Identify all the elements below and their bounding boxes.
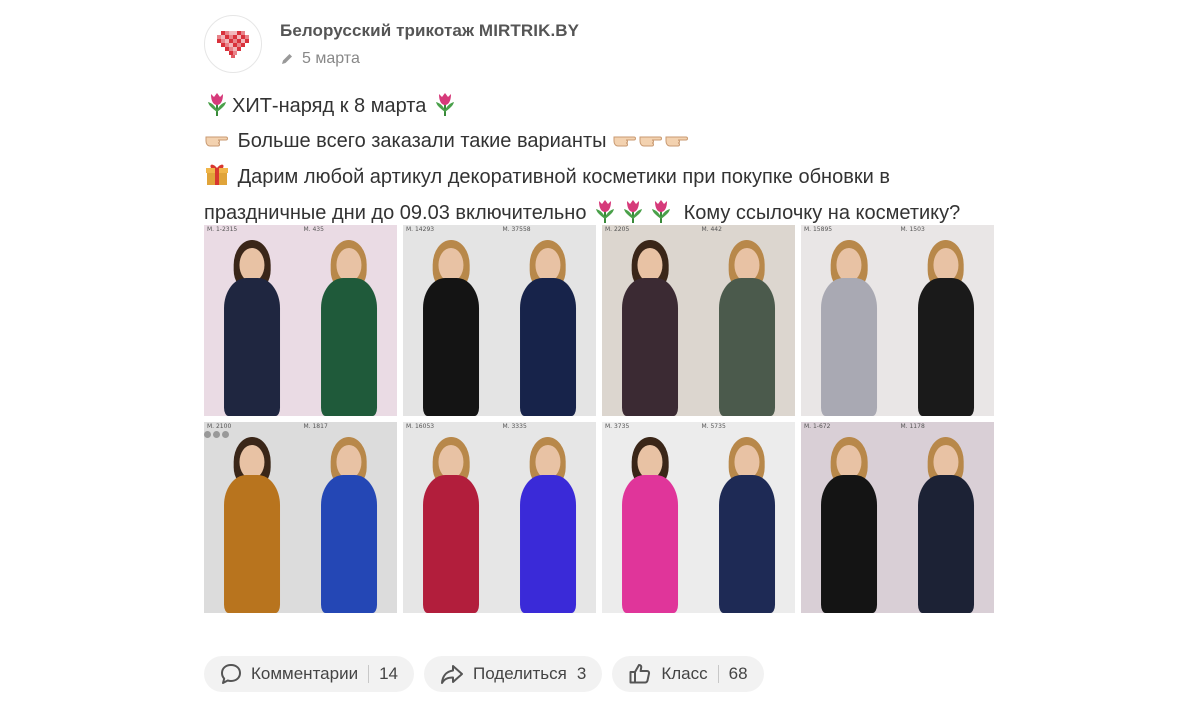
model-dress — [821, 475, 878, 613]
model-photo-right: М. 1178 — [898, 422, 995, 613]
model-photo-right: М. 435 — [301, 225, 398, 416]
model-photo-right: М. 3335 — [500, 422, 597, 613]
comment-icon — [221, 664, 241, 684]
photo-tile[interactable]: М. 1-2315 М. 435 — [204, 225, 397, 416]
model-dress — [519, 278, 576, 416]
model-photo-left: М. 14293 — [403, 225, 500, 416]
model-photo-left: М. 16053 — [403, 422, 500, 613]
like-button[interactable]: Класс 68 — [612, 656, 764, 692]
like-count: 68 — [728, 664, 748, 683]
model-photo-right: М. 1817 — [301, 422, 398, 613]
photo-tile[interactable]: М. 14293 М. 37558 — [403, 225, 596, 416]
model-photo-left: М. 1-672 — [801, 422, 898, 613]
model-photo-left: М. 3735 — [602, 422, 699, 613]
heart-logo-icon — [217, 31, 249, 58]
post-text: ХИТ-наряд к 8 марта Больше всего заказал… — [204, 90, 1004, 233]
model-dress — [320, 278, 377, 416]
article-number: М. 1-672 — [804, 423, 831, 430]
post-header: Белорусский трикотаж MIRTRIK.BY 5 марта — [204, 12, 1004, 76]
post-date[interactable]: 5 марта — [302, 50, 360, 68]
thumbs-up-icon — [629, 664, 651, 684]
model-dress — [917, 278, 974, 416]
article-number: М. 16053 — [406, 423, 435, 430]
model-dress — [622, 278, 679, 416]
photo-tile[interactable]: М. 1-672 М. 1178 — [801, 422, 994, 613]
feed-post: Белорусский трикотаж MIRTRIK.BY 5 марта … — [204, 12, 1004, 613]
model-dress — [320, 475, 377, 613]
article-number: М. 37558 — [502, 226, 531, 233]
model-dress — [519, 475, 576, 613]
post-line-2: Больше всего заказали такие варианты — [204, 126, 1004, 161]
post-line-2-text: Больше всего заказали такие варианты — [237, 130, 607, 152]
article-number: М. 1-2315 — [207, 226, 238, 233]
post-line-4b-text: Кому ссылочку на косметику? — [683, 202, 961, 224]
article-number: М. 2205 — [605, 226, 630, 233]
comments-label: Комментарии — [251, 664, 359, 683]
more-dots-icon[interactable] — [204, 431, 229, 438]
model-dress — [224, 475, 281, 613]
comments-button[interactable]: Комментарии 14 — [204, 656, 414, 692]
model-dress — [718, 278, 775, 416]
model-dress — [821, 278, 878, 416]
article-number: М. 2100 — [207, 423, 232, 430]
post-line-1-text: ХИТ-наряд к 8 марта — [232, 95, 427, 117]
model-photo-right: М. 37558 — [500, 225, 597, 416]
photo-tile[interactable]: М. 3735 М. 5735 — [602, 422, 795, 613]
post-actions: Комментарии 14 Поделиться 3 Класс 68 — [204, 656, 764, 692]
divider — [368, 665, 370, 683]
share-label: Поделиться — [473, 664, 567, 683]
author-block: Белорусский трикотаж MIRTRIK.BY 5 марта — [280, 21, 579, 68]
article-number: М. 442 — [701, 226, 722, 233]
article-number: М. 1817 — [303, 423, 328, 430]
model-dress — [718, 475, 775, 613]
author-avatar[interactable] — [204, 15, 262, 73]
article-number: М. 3735 — [605, 423, 630, 430]
post-line-3: Дарим любой артикул декоративной космети… — [204, 161, 1004, 197]
article-number: М. 3335 — [502, 423, 527, 430]
model-dress — [423, 278, 480, 416]
pointing-hand-icon — [204, 129, 230, 161]
share-count: 3 — [576, 664, 587, 683]
article-number: М. 14293 — [406, 226, 435, 233]
model-dress — [423, 475, 480, 613]
post-line-3-text: Дарим любой артикул декоративной космети… — [237, 166, 890, 188]
article-number: М. 435 — [303, 226, 324, 233]
model-photo-right: М. 1503 — [898, 225, 995, 416]
post-meta: 5 марта — [280, 50, 579, 68]
model-dress — [224, 278, 281, 416]
model-photo-left: М. 2100 — [204, 422, 301, 613]
article-number: М. 1178 — [900, 423, 925, 430]
tulip-icon — [432, 90, 458, 126]
gift-icon — [204, 161, 230, 197]
model-photo-right: М. 442 — [699, 225, 796, 416]
comments-count: 14 — [379, 664, 398, 683]
photo-tile[interactable]: М. 16053 М. 3335 — [403, 422, 596, 613]
photo-tile[interactable]: М. 15895 М. 1503 — [801, 225, 994, 416]
article-number: М. 15895 — [804, 226, 833, 233]
share-button[interactable]: Поделиться 3 — [424, 656, 603, 692]
photo-tile[interactable]: М. 2205 М. 442 — [602, 225, 795, 416]
photo-tile[interactable]: М. 2100 М. 1817 — [204, 422, 397, 613]
article-number: М. 5735 — [701, 423, 726, 430]
photo-grid: М. 1-2315 М. 435 М. 14293 М. 37558 М. 2205 М.… — [204, 225, 994, 613]
divider — [717, 665, 719, 683]
pencil-icon — [280, 52, 294, 66]
model-dress — [917, 475, 974, 613]
article-number: М. 1503 — [900, 226, 925, 233]
author-name[interactable]: Белорусский трикотаж MIRTRIK.BY — [280, 21, 579, 41]
model-photo-left: М. 1-2315 — [204, 225, 301, 416]
like-label: Класс — [661, 664, 708, 683]
model-photo-right: М. 5735 — [699, 422, 796, 613]
model-dress — [622, 475, 679, 613]
pointing-hand-icon — [612, 129, 690, 161]
post-line-1: ХИТ-наряд к 8 марта — [204, 90, 1004, 126]
share-icon — [441, 665, 463, 684]
tulip-icon — [204, 90, 230, 126]
model-photo-left: М. 15895 — [801, 225, 898, 416]
model-photo-left: М. 2205 — [602, 225, 699, 416]
post-line-4a-text: праздничные дни до 09.03 включительно — [204, 202, 587, 224]
